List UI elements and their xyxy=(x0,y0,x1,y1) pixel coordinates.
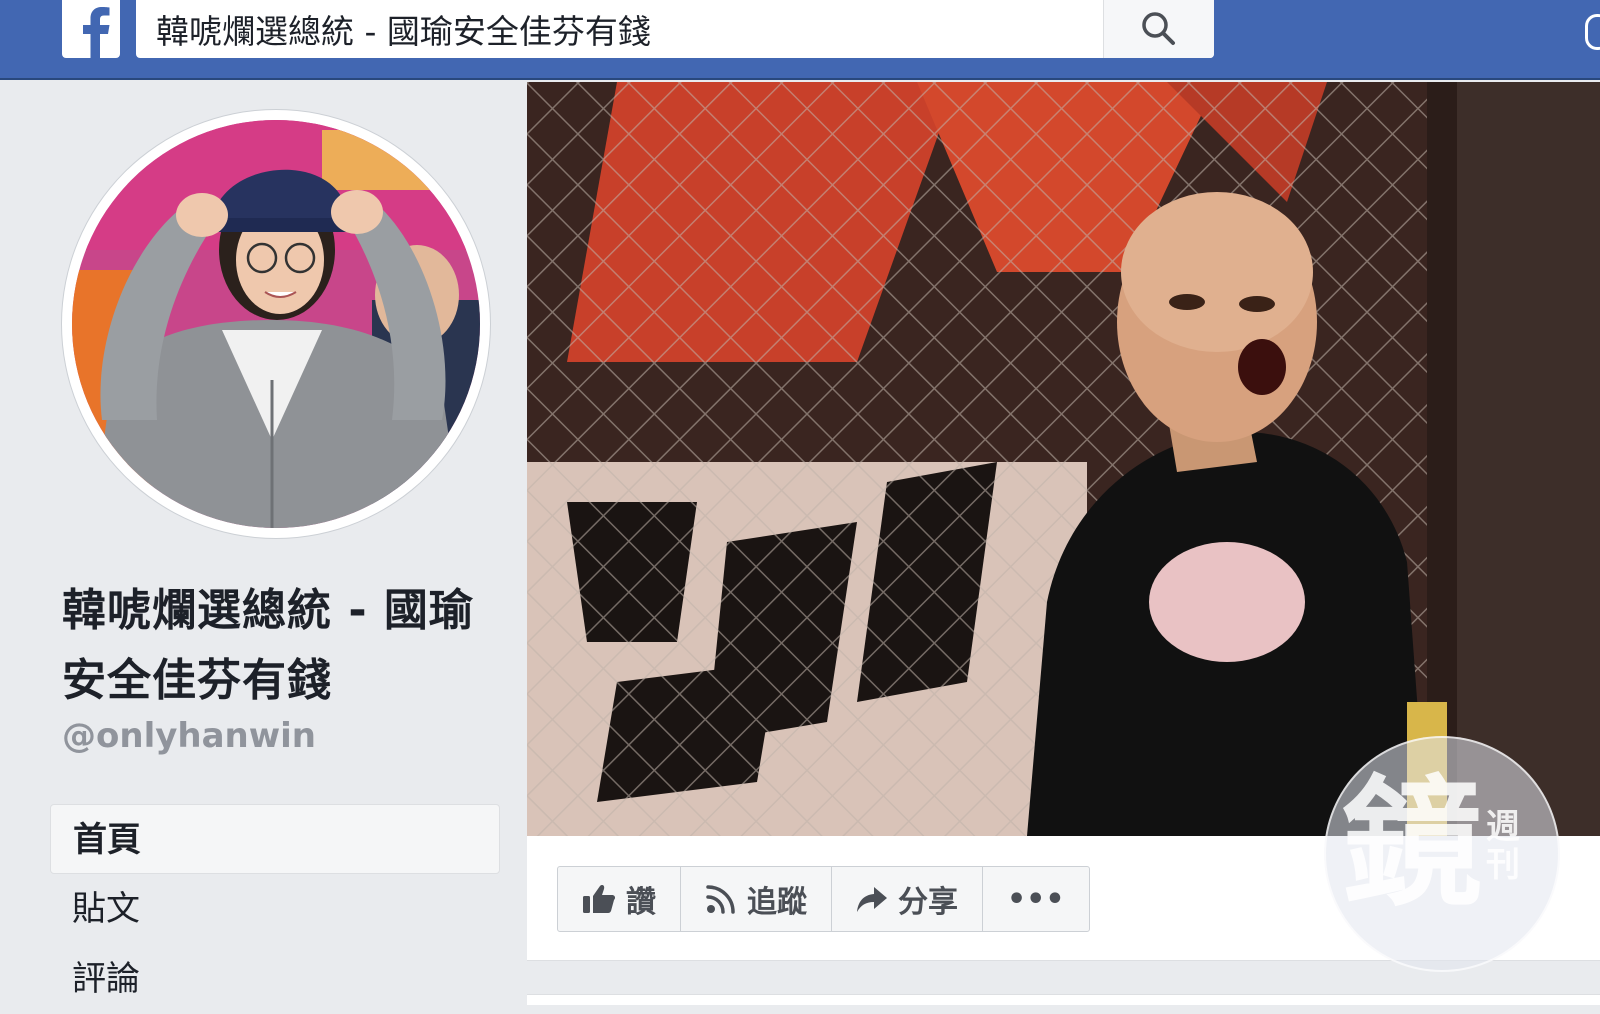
thumbs-up-icon xyxy=(583,885,616,913)
like-label: 讚 xyxy=(626,885,656,920)
profile-photo xyxy=(72,120,480,528)
page-handle[interactable]: @onlyhanwin xyxy=(62,716,316,756)
nav-item-reviews[interactable]: 評論 xyxy=(50,944,500,1014)
search-button[interactable] xyxy=(1103,0,1214,58)
cover-photo[interactable] xyxy=(527,82,1600,836)
watermark-logo: 鏡 週刊 xyxy=(1324,736,1560,972)
search-box xyxy=(136,0,1214,58)
rss-icon xyxy=(706,885,735,914)
share-arrow-icon xyxy=(857,887,887,912)
share-button[interactable]: 分享 xyxy=(832,867,983,931)
page-nav: 首頁 貼文 評論 xyxy=(50,804,500,1014)
more-dots-icon: ••• xyxy=(1007,881,1065,917)
profile-picture[interactable] xyxy=(62,110,490,538)
follow-button[interactable]: 追蹤 xyxy=(681,867,832,931)
nav-item-home[interactable]: 首頁 xyxy=(50,804,500,874)
watermark-main-char: 鏡 xyxy=(1342,762,1483,926)
facebook-logo-icon[interactable] xyxy=(62,0,120,58)
more-button[interactable]: ••• xyxy=(983,867,1089,931)
search-input[interactable] xyxy=(136,0,1102,58)
follow-label: 追蹤 xyxy=(747,885,807,920)
action-buttons: 讚 追蹤 分享 ••• xyxy=(557,866,1090,932)
like-button[interactable]: 讚 xyxy=(558,867,681,931)
top-right-icon[interactable] xyxy=(1585,14,1600,50)
watermark-side-text: 週刊 xyxy=(1486,807,1520,885)
search-icon xyxy=(1142,12,1175,45)
top-bar xyxy=(0,0,1600,80)
share-label: 分享 xyxy=(898,885,958,920)
page-title: 韓唬爛選總統 - 國瑜安全佳芬有錢 xyxy=(62,585,474,706)
nav-item-posts[interactable]: 貼文 xyxy=(50,874,500,944)
